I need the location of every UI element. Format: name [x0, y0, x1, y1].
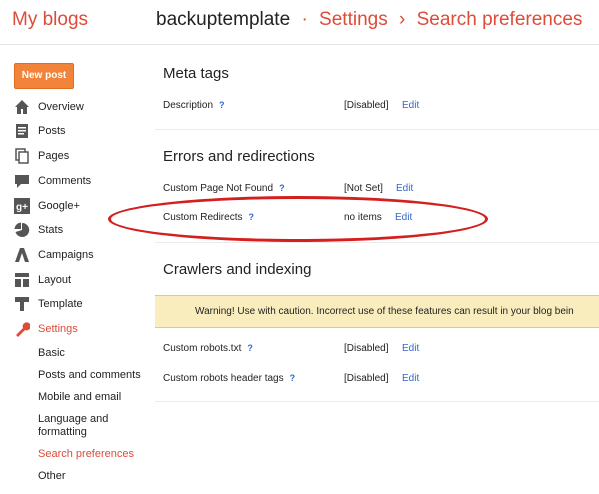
- stats-icon: [14, 222, 30, 237]
- settings-sub-search-preferences[interactable]: Search preferences: [38, 448, 134, 461]
- sidebar-item-label: Stats: [38, 224, 64, 236]
- row-custom-robots-header-tags: Custom robots header tags?: [163, 373, 295, 384]
- row-custom-page-not-found: Custom Page Not Found?: [163, 183, 285, 194]
- help-icon[interactable]: ?: [248, 212, 254, 222]
- campaigns-icon: [15, 248, 29, 262]
- sidebar-item-label: Posts: [38, 125, 66, 137]
- row-custom-redirects: Custom Redirects?: [163, 212, 254, 223]
- settings-sub-basic[interactable]: Basic: [38, 347, 65, 360]
- edit-header-tags-link[interactable]: Edit: [402, 373, 419, 384]
- posts-icon: [16, 124, 28, 138]
- section-title-errors: Errors and redirections: [163, 148, 315, 165]
- edit-robots-txt-link[interactable]: Edit: [402, 343, 419, 354]
- settings-sub-language-formatting[interactable]: Language and formatting: [38, 413, 128, 439]
- pages-icon: [15, 148, 29, 164]
- settings-sub-mobile-email[interactable]: Mobile and email: [38, 391, 121, 404]
- sidebar-item-label: Overview: [38, 101, 84, 113]
- row-label: Custom Redirects: [163, 212, 243, 223]
- row-label: Custom robots.txt: [163, 343, 242, 354]
- sidebar-item-label: Layout: [38, 274, 72, 286]
- help-icon[interactable]: ?: [247, 343, 253, 353]
- edit-description-link[interactable]: Edit: [402, 100, 419, 111]
- divider: [155, 242, 599, 243]
- warning-banner: Warning! Use with caution. Incorrect use…: [155, 295, 599, 328]
- help-icon[interactable]: ?: [279, 183, 285, 193]
- edit-redirects-link[interactable]: Edit: [395, 212, 412, 223]
- sidebar-item-label: Campaigns: [38, 249, 94, 261]
- warning-text: Warning! Use with caution. Incorrect use…: [195, 306, 574, 317]
- description-value: [Disabled]: [344, 100, 389, 111]
- home-icon: [15, 100, 29, 114]
- layout-icon: [15, 273, 29, 287]
- not-found-value: [Not Set]: [344, 183, 383, 194]
- sidebar-item-label: Pages: [38, 150, 70, 162]
- breadcrumb-current-page: Search preferences: [416, 9, 583, 30]
- row-label: Custom Page Not Found: [163, 183, 274, 194]
- robots-txt-value: [Disabled]: [344, 343, 389, 354]
- breadcrumb-blog-name[interactable]: backuptemplate: [156, 9, 290, 30]
- redirects-value: no items: [344, 212, 382, 223]
- header-tags-value: [Disabled]: [344, 373, 389, 384]
- breadcrumb: backuptemplate · Settings › Search prefe…: [156, 9, 582, 31]
- help-icon[interactable]: ?: [219, 100, 225, 110]
- sidebar-item-label: Google+: [38, 200, 80, 212]
- template-icon: [15, 297, 29, 311]
- settings-sub-posts-comments[interactable]: Posts and comments: [38, 369, 141, 382]
- wrench-icon: [16, 322, 30, 337]
- settings-sub-other[interactable]: Other: [38, 470, 66, 483]
- sidebar-item-label: Template: [38, 298, 83, 310]
- divider: [155, 129, 599, 130]
- edit-not-found-link[interactable]: Edit: [396, 183, 413, 194]
- help-icon[interactable]: ?: [290, 373, 296, 383]
- divider: [155, 401, 599, 402]
- breadcrumb-separator: ·: [301, 9, 308, 30]
- sidebar-item-label: Comments: [38, 175, 92, 187]
- google-plus-icon: g+: [14, 198, 30, 214]
- row-custom-robots-txt: Custom robots.txt?: [163, 343, 253, 354]
- breadcrumb-settings[interactable]: Settings: [319, 9, 388, 30]
- section-title-crawlers: Crawlers and indexing: [163, 261, 312, 278]
- new-post-button[interactable]: New post: [14, 63, 74, 89]
- row-label: Description: [163, 100, 214, 111]
- top-bar: My blogs backuptemplate · Settings › Sea…: [0, 0, 599, 45]
- row-description: Description?: [163, 100, 225, 111]
- row-label: Custom robots header tags: [163, 373, 284, 384]
- sidebar-item-label: Settings: [38, 323, 78, 335]
- comments-icon: [15, 175, 29, 188]
- svg-text:g+: g+: [16, 202, 28, 213]
- my-blogs-link[interactable]: My blogs: [12, 9, 88, 31]
- breadcrumb-separator: ›: [398, 9, 406, 30]
- section-title-meta-tags: Meta tags: [163, 65, 229, 82]
